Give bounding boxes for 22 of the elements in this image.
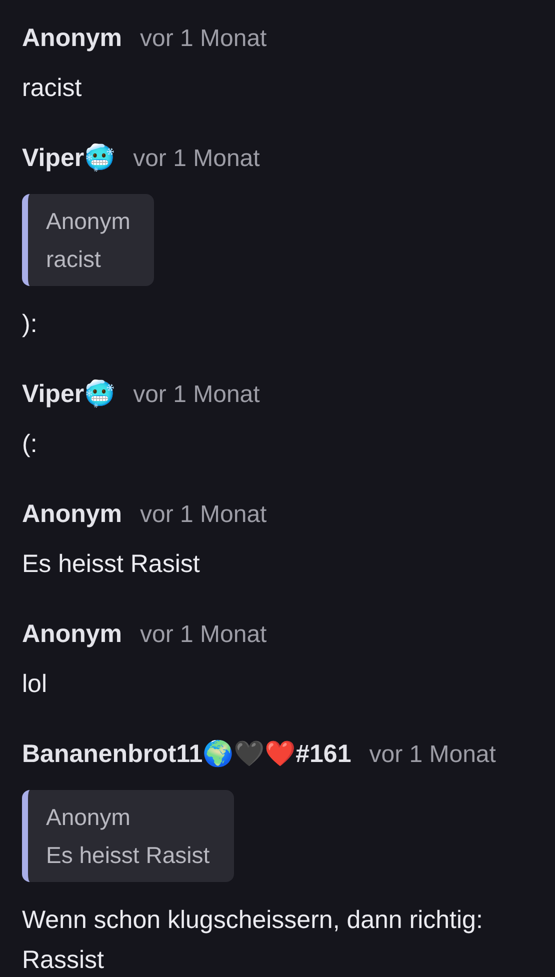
author-name: Anonym (22, 619, 122, 650)
author-name: Anonym (22, 499, 122, 530)
quote-author: Anonym (46, 803, 132, 832)
quote-text: Es heisst Rasist (46, 841, 210, 870)
timestamp: vor 1 Monat (133, 144, 260, 174)
timestamp: vor 1 Monat (140, 24, 267, 54)
author-name: Anonym (22, 23, 122, 54)
message-text: Wenn schon klugscheissern, dann richtig: Rassist (22, 905, 484, 976)
timestamp: vor 1 Monat (140, 500, 267, 530)
timestamp: vor 1 Monat (369, 740, 496, 770)
timestamp: vor 1 Monat (140, 620, 267, 650)
author-name: Viper🥶 (22, 143, 116, 174)
timestamp: vor 1 Monat (133, 380, 260, 410)
quote-author: Anonym (46, 207, 130, 236)
quote-text: racist (46, 245, 102, 274)
message-text: lol (22, 669, 48, 700)
message-text: ): (22, 309, 38, 340)
message-text: racist (22, 73, 82, 104)
message-text: Es heisst Rasist (22, 549, 200, 580)
author-name: Viper🥶 (22, 379, 116, 410)
author-name: Bananenbrot11🌍🖤❤#161 (22, 738, 352, 770)
message-text: (: (22, 429, 38, 460)
